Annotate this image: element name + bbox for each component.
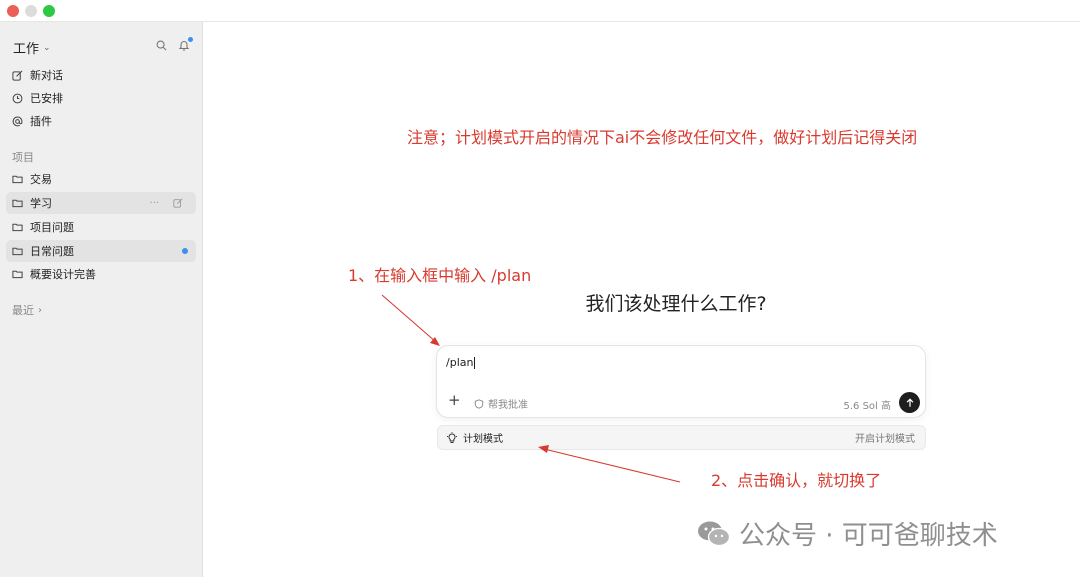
arrow-to-suggestion — [538, 445, 681, 483]
annotation-arrows — [381, 294, 681, 483]
watermark: 公众号 · 可可爸聊技术 — [697, 515, 998, 552]
arrow-to-input — [381, 294, 440, 346]
wechat-icon — [698, 521, 731, 546]
watermark-text: 公众号 · 可可爸聊技术 — [739, 521, 998, 551]
